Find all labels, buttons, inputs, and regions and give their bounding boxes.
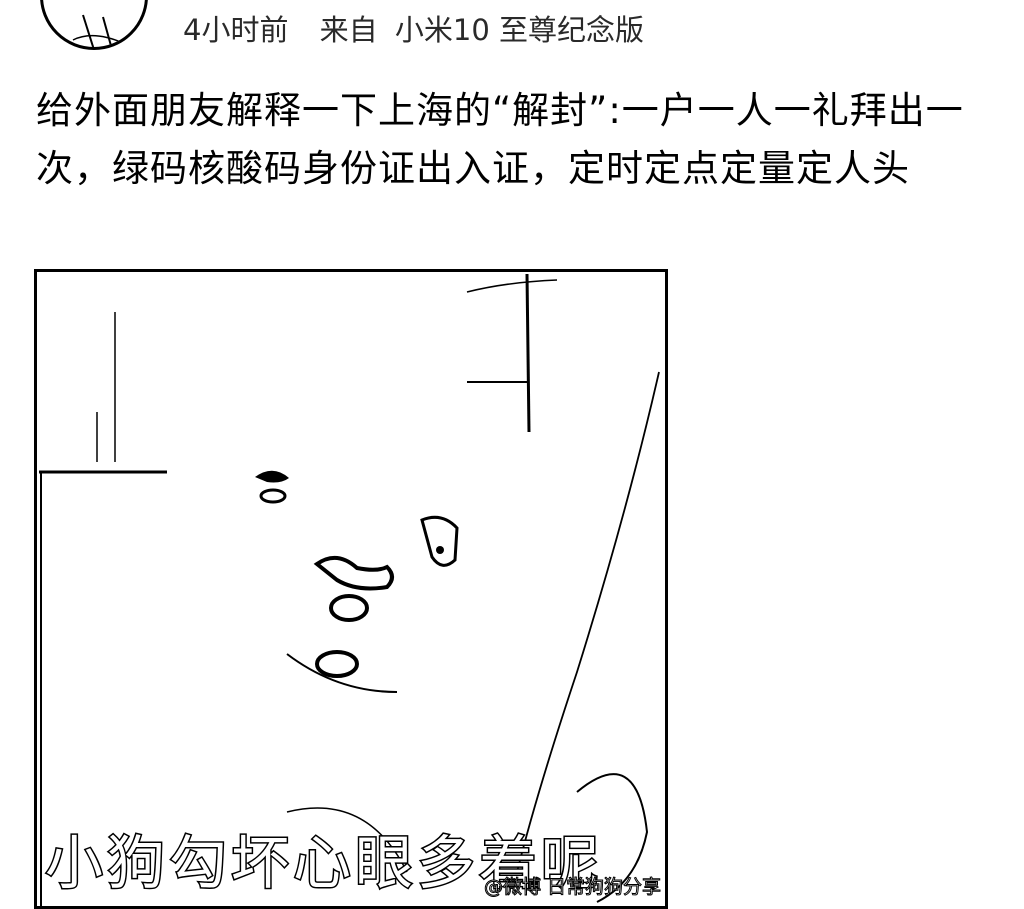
post-time: 4小时前	[183, 13, 289, 47]
post-source-label: 来自	[319, 13, 378, 47]
avatar[interactable]	[40, 0, 148, 50]
post-meta: 4小时前 来自 小米10 至尊纪念版	[183, 10, 666, 50]
post-device[interactable]: 小米10 至尊纪念版	[395, 13, 644, 47]
post-text: 给外面朋友解释一下上海的“解封”:一户一人一礼拜出一次，绿码核酸码身份证出入证，…	[36, 89, 964, 190]
image-watermark: @微博 日常狗狗分享	[483, 876, 661, 899]
post-image[interactable]: 小狗勾坏心眼多着呢 @微博 日常狗狗分享	[34, 269, 668, 909]
avatar-image	[72, 14, 124, 47]
dog-photo	[39, 273, 660, 906]
